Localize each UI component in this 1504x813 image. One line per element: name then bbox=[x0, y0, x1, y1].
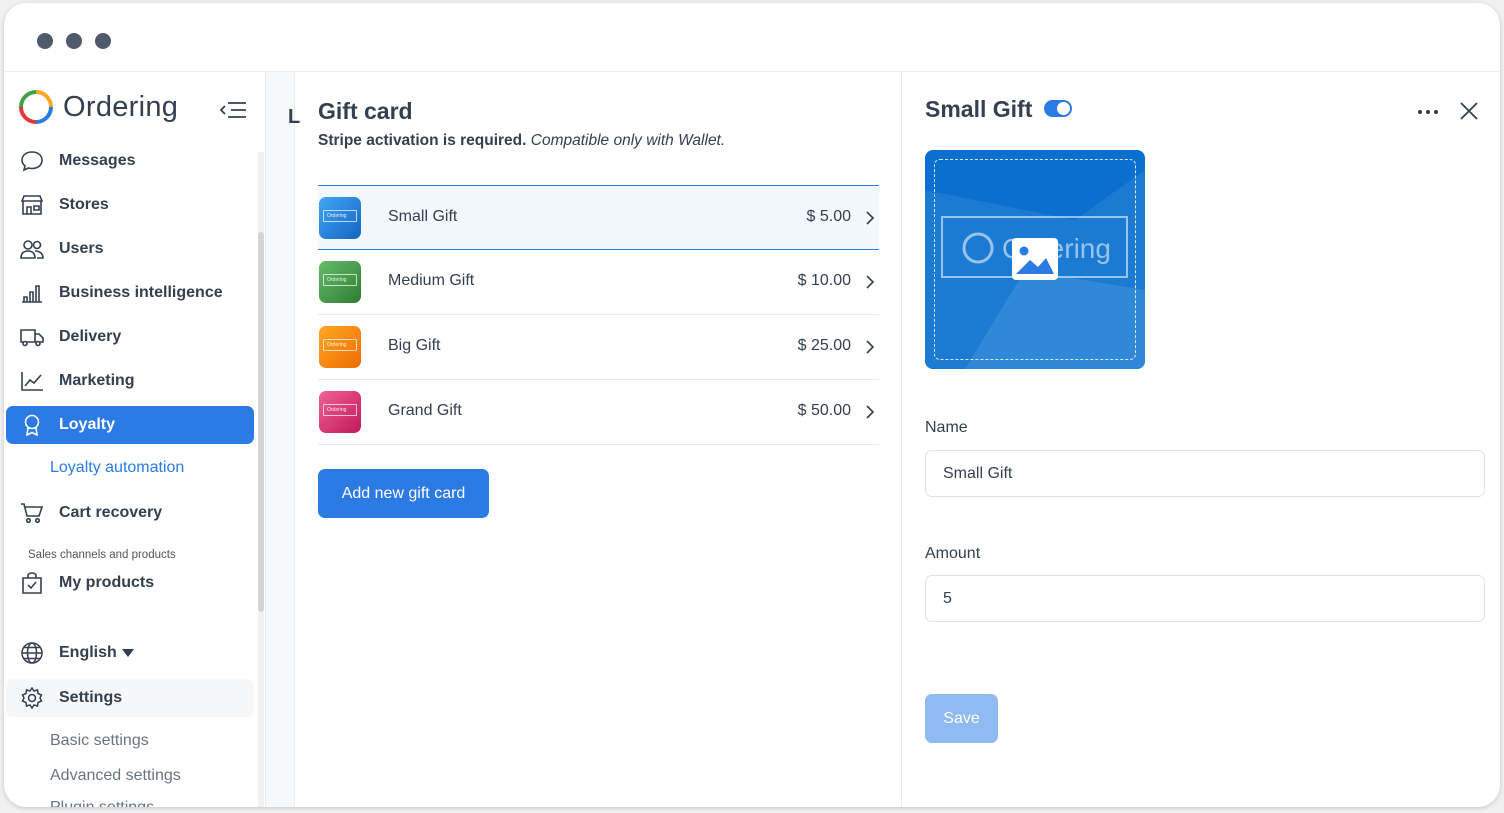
add-gift-card-button[interactable]: Add new gift card bbox=[318, 469, 489, 518]
subtitle-requirement: Stripe activation is required. bbox=[318, 132, 527, 149]
more-options-icon[interactable] bbox=[1416, 102, 1440, 122]
gift-card-thumbnail: Ordering bbox=[319, 197, 361, 239]
line-chart-icon bbox=[21, 372, 43, 391]
gift-card-thumbnail: Ordering bbox=[319, 261, 361, 303]
name-input[interactable] bbox=[925, 450, 1485, 497]
chevron-right-icon bbox=[866, 340, 875, 354]
gift-card-amount: $ 5.00 bbox=[806, 208, 851, 225]
sidebar-item-users[interactable]: Users bbox=[6, 230, 254, 268]
gift-card-list: Ordering Small Gift $ 5.00 Ordering Medi… bbox=[318, 185, 879, 445]
page-title: Gift card bbox=[318, 98, 413, 124]
sidebar-item-my-products[interactable]: My products bbox=[6, 564, 254, 602]
gift-card-thumbnail: Ordering bbox=[319, 326, 361, 368]
gift-card-name: Grand Gift bbox=[388, 402, 462, 419]
enabled-toggle[interactable] bbox=[1044, 100, 1072, 117]
caret-down-icon bbox=[122, 649, 134, 657]
sidebar-item-stores[interactable]: Stores bbox=[6, 186, 254, 224]
gift-card-name: Big Gift bbox=[388, 337, 441, 354]
collapse-sidebar-icon[interactable] bbox=[218, 98, 248, 122]
globe-icon bbox=[21, 642, 43, 664]
amount-input[interactable] bbox=[925, 575, 1485, 622]
sidebar-subitem-plugin-settings[interactable]: Plugin settings bbox=[50, 799, 154, 807]
window-titlebar bbox=[4, 3, 1500, 72]
name-label: Name bbox=[925, 419, 968, 436]
gift-card-name: Medium Gift bbox=[388, 272, 475, 289]
background-panel-edge: L bbox=[266, 72, 300, 807]
gear-icon bbox=[21, 687, 43, 709]
store-icon bbox=[20, 195, 44, 215]
chevron-right-icon bbox=[866, 405, 875, 419]
sidebar-subitem-advanced-settings[interactable]: Advanced settings bbox=[50, 767, 181, 785]
language-selector[interactable]: English bbox=[6, 634, 254, 672]
gift-card-thumbnail: Ordering bbox=[319, 391, 361, 433]
chevron-right-icon bbox=[866, 275, 875, 289]
chevron-right-icon bbox=[866, 211, 875, 225]
sidebar-scroll-thumb[interactable] bbox=[258, 232, 264, 612]
sidebar-item-cart-recovery[interactable]: Cart recovery bbox=[6, 494, 254, 532]
window-dot-2[interactable] bbox=[66, 33, 82, 49]
app-window: Ordering Messages Stores Users Business … bbox=[4, 3, 1500, 807]
gift-card-name: Small Gift bbox=[388, 208, 458, 225]
logo-text: Ordering bbox=[63, 90, 179, 123]
subtitle-compatibility: Compatible only with Wallet. bbox=[530, 132, 726, 149]
gift-card-row[interactable]: Ordering Big Gift $ 25.00 bbox=[318, 315, 879, 380]
gift-card-amount: $ 50.00 bbox=[797, 402, 851, 419]
cart-icon bbox=[21, 503, 44, 524]
sidebar-item-delivery[interactable]: Delivery bbox=[6, 318, 254, 356]
gift-card-row[interactable]: Ordering Medium Gift $ 10.00 bbox=[318, 250, 879, 315]
ordering-logo-icon bbox=[19, 90, 53, 124]
window-dot-1[interactable] bbox=[37, 33, 53, 49]
chat-bubble-icon bbox=[21, 151, 43, 172]
gift-card-amount: $ 10.00 bbox=[797, 272, 851, 289]
gift-card-image-upload[interactable]: Ordering bbox=[925, 150, 1145, 369]
close-icon[interactable] bbox=[1458, 100, 1480, 122]
sidebar-item-loyalty[interactable]: Loyalty bbox=[6, 406, 254, 444]
gift-card-panel: Gift card Stripe activation is required.… bbox=[295, 72, 901, 807]
gift-card-amount: $ 25.00 bbox=[797, 337, 851, 354]
gift-card-row[interactable]: Ordering Grand Gift $ 50.00 bbox=[318, 380, 879, 445]
users-icon bbox=[20, 240, 44, 259]
section-label-sales-channels: Sales channels and products bbox=[28, 549, 176, 561]
image-placeholder-icon bbox=[1012, 238, 1058, 280]
sidebar-subitem-loyalty-automation[interactable]: Loyalty automation bbox=[50, 459, 184, 477]
sidebar-item-settings[interactable]: Settings bbox=[6, 679, 254, 717]
bag-icon bbox=[22, 572, 42, 594]
detail-title: Small Gift bbox=[925, 96, 1033, 122]
window-dot-3[interactable] bbox=[95, 33, 111, 49]
bar-chart-icon bbox=[22, 285, 42, 303]
sidebar-item-business-intelligence[interactable]: Business intelligence bbox=[6, 274, 254, 312]
gift-card-row[interactable]: Ordering Small Gift $ 5.00 bbox=[318, 185, 879, 250]
sidebar-subitem-basic-settings[interactable]: Basic settings bbox=[50, 732, 149, 750]
amount-label: Amount bbox=[925, 545, 981, 562]
award-icon bbox=[24, 414, 40, 436]
truck-icon bbox=[20, 329, 44, 347]
logo[interactable]: Ordering bbox=[18, 88, 178, 126]
save-button[interactable]: Save bbox=[925, 694, 998, 743]
page-subtitle: Stripe activation is required. Compatibl… bbox=[318, 132, 725, 150]
gift-card-detail-panel: Small Gift Ordering Name Amount Save bbox=[901, 72, 1500, 807]
sidebar-item-messages[interactable]: Messages bbox=[6, 142, 254, 180]
sidebar-item-marketing[interactable]: Marketing bbox=[6, 362, 254, 400]
sidebar: Ordering Messages Stores Users Business … bbox=[4, 72, 266, 807]
